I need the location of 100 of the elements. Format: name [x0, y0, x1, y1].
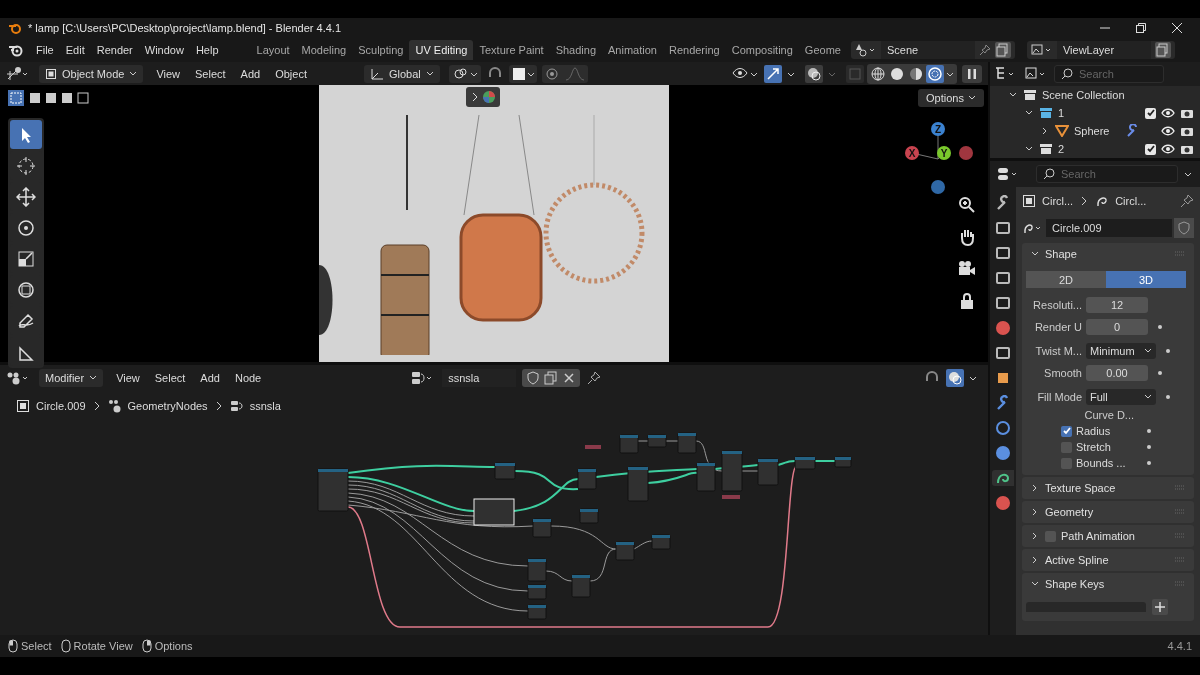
view-layer-field[interactable]: ViewLayer	[1056, 41, 1151, 59]
node-link[interactable]	[633, 540, 653, 550]
number-field[interactable]: 0.00	[1086, 364, 1148, 381]
menu-item[interactable]: Select	[148, 370, 192, 386]
camera-icon[interactable]	[1180, 125, 1194, 137]
node-link[interactable]	[647, 471, 698, 484]
collapsed-node[interactable]	[585, 445, 601, 449]
checkbox[interactable]	[1145, 143, 1156, 155]
panel-header[interactable]: Geometry	[1045, 506, 1094, 518]
panel-header[interactable]: Shape Keys	[1045, 578, 1105, 590]
node[interactable]	[794, 456, 816, 470]
workspace-tab[interactable]: Texture Paint	[473, 40, 550, 60]
camera-icon[interactable]	[1180, 143, 1194, 155]
zoom-icon[interactable]	[957, 195, 977, 215]
checkbox[interactable]	[1145, 107, 1156, 119]
node-link[interactable]	[513, 478, 579, 512]
checkbox[interactable]	[1061, 441, 1072, 453]
checkbox[interactable]	[1045, 530, 1056, 542]
collapsed-node[interactable]	[722, 495, 740, 499]
menu-item[interactable]: Window	[138, 42, 190, 58]
blender-logo-icon[interactable]	[8, 43, 24, 57]
wireframe-shading-icon[interactable]	[869, 64, 887, 83]
selected-node[interactable]	[473, 498, 515, 526]
close-icon[interactable]	[1172, 23, 1182, 33]
outliner-item[interactable]: Sphere	[1074, 125, 1110, 137]
dropdown[interactable]: Full	[1086, 388, 1156, 405]
node[interactable]	[532, 518, 552, 538]
node-link[interactable]	[777, 460, 796, 466]
workspace-tab[interactable]: Modeling	[295, 40, 353, 60]
node[interactable]	[579, 508, 599, 524]
orientation-dropdown[interactable]: Global	[364, 64, 440, 83]
menu-item[interactable]: Node	[228, 370, 268, 386]
node[interactable]	[677, 432, 697, 454]
keyframe-dot[interactable]	[1166, 394, 1170, 399]
node[interactable]	[494, 462, 516, 480]
axis-label[interactable]: Z	[931, 122, 945, 136]
copy-icon[interactable]	[1154, 42, 1171, 58]
axis-label[interactable]: X	[905, 146, 919, 160]
keyframe-dot[interactable]	[1158, 324, 1162, 329]
dimension-toggle[interactable]: 2D	[1026, 271, 1106, 288]
node[interactable]	[651, 534, 671, 550]
node-link[interactable]	[637, 440, 649, 442]
outliner-item[interactable]: Scene Collection	[1042, 89, 1125, 101]
select-tool-button[interactable]	[10, 120, 42, 149]
node[interactable]	[527, 604, 547, 620]
workspace-tab[interactable]: Compositing	[725, 40, 799, 60]
menu-item[interactable]: View	[150, 65, 187, 82]
node-link[interactable]	[814, 460, 836, 462]
keyframe-dot[interactable]	[1166, 348, 1170, 353]
node-link[interactable]	[347, 496, 529, 592]
pause-icon[interactable]	[962, 64, 982, 83]
outliner-item[interactable]: 2	[1058, 143, 1065, 155]
dimension-toggle[interactable]: 3D	[1106, 271, 1186, 288]
dropdown[interactable]: Minimum	[1086, 342, 1156, 359]
eye-icon[interactable]	[1161, 107, 1175, 119]
node[interactable]	[647, 434, 667, 448]
modifier-dropdown[interactable]: Modifier	[39, 369, 104, 387]
pin-icon[interactable]	[1180, 194, 1194, 208]
workspace-tab[interactable]: UV Editing	[409, 40, 474, 60]
keyframe-dot[interactable]	[1158, 370, 1162, 375]
node[interactable]	[317, 468, 349, 512]
shield-icon[interactable]	[525, 370, 542, 386]
node[interactable]	[527, 558, 547, 582]
node-tree-field[interactable]: ssnsla	[442, 369, 517, 387]
plus-icon[interactable]	[1152, 599, 1168, 615]
menu-item[interactable]: Add	[234, 65, 267, 82]
menu-item[interactable]: Help	[189, 42, 225, 58]
breadcrumb-item[interactable]: ssnsla	[249, 400, 281, 412]
menu-item[interactable]: Render	[90, 42, 139, 58]
workspace-tab[interactable]: Rendering	[662, 40, 726, 60]
keyframe-dot[interactable]	[1147, 445, 1151, 449]
node[interactable]	[571, 574, 591, 598]
restore-icon[interactable]	[1136, 23, 1146, 33]
mode-dropdown[interactable]: Object Mode	[39, 64, 144, 83]
pin-icon[interactable]	[586, 370, 603, 386]
axis-label[interactable]: Y	[937, 146, 951, 160]
shield-icon[interactable]	[1174, 218, 1194, 238]
checkbox[interactable]	[1061, 425, 1072, 437]
node[interactable]	[619, 434, 639, 454]
workspace-tab[interactable]: Geome	[798, 40, 847, 60]
breadcrumb-item[interactable]: Circle.009	[36, 400, 86, 412]
select-mode-icon[interactable]	[8, 90, 90, 106]
wrench-icon[interactable]	[1126, 124, 1140, 138]
checkbox[interactable]	[1061, 457, 1072, 469]
data-tab[interactable]	[992, 470, 1014, 486]
menu-item[interactable]: File	[30, 42, 60, 58]
scene-field[interactable]: Scene	[880, 41, 975, 59]
keyframe-dot[interactable]	[1147, 461, 1151, 465]
workspace-tab[interactable]: Animation	[602, 40, 663, 60]
node[interactable]	[757, 458, 779, 486]
pin-icon[interactable]	[978, 44, 991, 56]
node[interactable]	[615, 541, 635, 561]
data-name-field[interactable]: Circle.009	[1046, 219, 1172, 237]
node-link[interactable]	[347, 504, 534, 528]
node[interactable]	[721, 450, 743, 492]
workspace-tab[interactable]: Layout	[250, 40, 296, 60]
node-link[interactable]	[550, 525, 617, 550]
camera-icon[interactable]	[1180, 107, 1194, 119]
rendered-shading-icon[interactable]	[926, 64, 944, 83]
number-field[interactable]: 12	[1086, 296, 1148, 313]
